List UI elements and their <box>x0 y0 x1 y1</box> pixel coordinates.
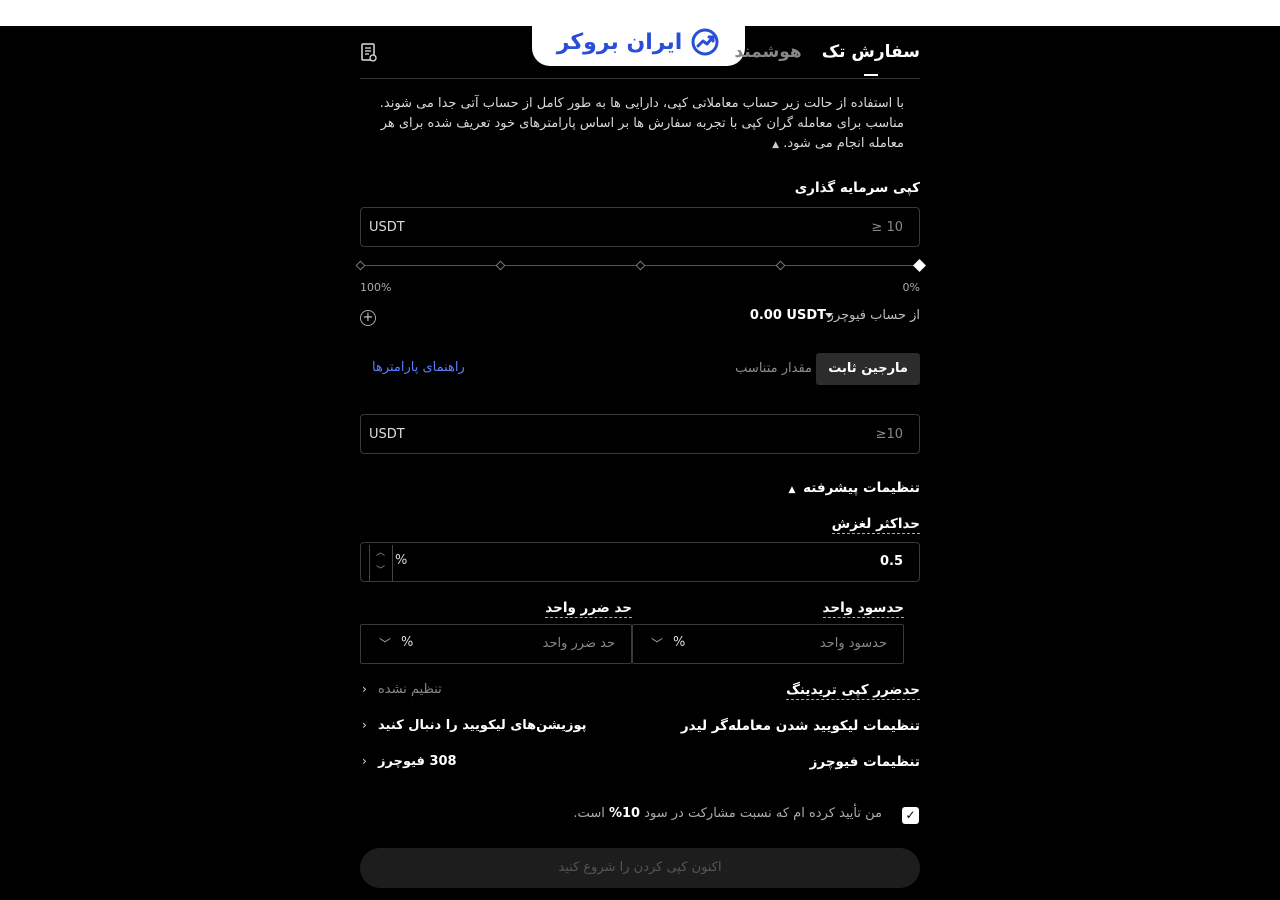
fixed-margin-button[interactable]: مارجین ثابت <box>816 353 920 385</box>
proportional-amount-button[interactable]: مقدار متناسب <box>723 353 824 385</box>
collapse-triangle-icon: ▲ <box>788 485 796 495</box>
chevron-left-icon: ‹ <box>362 718 367 732</box>
slider-max-label: 100% <box>360 281 392 294</box>
investment-placeholder: ≥ 10 <box>871 219 903 235</box>
parameters-guide-link[interactable]: راهنمای پارامترها <box>372 360 465 375</box>
stop-loss-label: حد ضرر واحد <box>545 600 632 618</box>
stop-loss-unit: % <box>401 635 414 650</box>
slider-step[interactable] <box>355 260 366 271</box>
chevron-up-icon[interactable]: ︿ <box>376 545 385 558</box>
slider-min-label: 0% <box>902 281 920 294</box>
slider-handle[interactable] <box>913 259 926 272</box>
chevron-down-icon[interactable]: ﹀ <box>376 563 385 576</box>
document-icon[interactable] <box>360 43 378 63</box>
investment-input[interactable]: ≥ 10 USDT <box>360 207 920 247</box>
take-profit-placeholder: حدسود واحد <box>819 636 887 651</box>
futures-settings-value: 308 فیوچرز <box>378 754 457 769</box>
tabs-divider <box>360 78 920 79</box>
slider-step[interactable] <box>495 260 506 271</box>
copy-stop-loss-row[interactable]: حدضرر کپی تریدینگ تنظیم نشده ‹ <box>360 682 920 702</box>
balance-label: از حساب فیوچرز <box>827 308 920 323</box>
margin-mode-row: مارجین ثابت مقدار متناسب راهنمای پارامتر… <box>360 353 920 385</box>
take-profit-input[interactable]: حدسود واحد % ﹀ <box>632 624 904 664</box>
copy-stop-loss-key: حدضرر کپی تریدینگ <box>786 682 920 700</box>
balance-row: از حساب فیوچرز 0.00 USDT <box>360 308 920 326</box>
max-slippage-input[interactable]: 0.5 % ︿ ﹀ <box>360 542 920 582</box>
tab-single-order[interactable]: سفارش تک <box>822 42 920 62</box>
collapse-triangle-icon[interactable]: ▲ <box>772 140 779 150</box>
agreement-text: من تأیید کرده ام که نسبت مشارکت در سود 1… <box>573 806 882 821</box>
leader-liquidation-value: پوزیشن‌های لیکویید را دنبال کنید <box>378 718 587 733</box>
margin-unit: USDT <box>369 426 405 442</box>
leader-liquidation-row[interactable]: تنظیمات لیکویید شدن معامله‌گر لیدر پوزیش… <box>360 718 920 738</box>
agreement-checkbox[interactable]: ✓ <box>902 807 919 824</box>
order-tabs: سفارش تک هوشمند <box>734 42 920 62</box>
stop-loss-input[interactable]: حد ضرر واحد % ﹀ <box>360 624 632 664</box>
copy-trade-panel: سفارش تک هوشمند با استفاده از حالت زیر ح… <box>355 26 926 900</box>
stop-loss-placeholder: حد ضرر واحد <box>542 636 615 651</box>
take-profit-unit: % <box>673 635 686 650</box>
slider-step[interactable] <box>775 260 786 271</box>
slider-step[interactable] <box>635 260 646 271</box>
slippage-unit: % <box>395 553 408 568</box>
advanced-settings-toggle[interactable]: تنظیمات پیشرفته ▲ <box>788 480 920 496</box>
tab-smart[interactable]: هوشمند <box>734 42 801 62</box>
profit-share-agreement: ✓ من تأیید کرده ام که نسبت مشارکت در سود… <box>360 804 920 826</box>
chevron-left-icon: ‹ <box>362 682 367 696</box>
futures-settings-key: تنظیمات فیوچرز <box>809 754 920 770</box>
chevron-down-icon[interactable]: ﹀ <box>651 635 663 652</box>
investment-slider[interactable] <box>355 258 926 274</box>
take-profit-label: حدسود واحد <box>822 600 904 618</box>
copy-stop-loss-value: تنظیم نشده <box>378 682 442 697</box>
investment-unit: USDT <box>369 219 405 235</box>
plus-circle-icon[interactable]: + <box>360 310 376 326</box>
futures-settings-row[interactable]: تنظیمات فیوچرز 308 فیوچرز ‹ <box>360 754 920 774</box>
slippage-stepper[interactable]: ︿ ﹀ <box>369 545 393 581</box>
mode-description: با استفاده از حالت زیر حساب معاملاتی کپی… <box>379 96 904 151</box>
balance-value: 0.00 USDT <box>749 308 826 323</box>
copy-investment-label: کپی سرمایه گذاری <box>794 180 920 196</box>
margin-amount-input[interactable]: ≥10 USDT <box>360 414 920 454</box>
max-slippage-label: حداکثر لغزش <box>831 516 920 534</box>
leader-liquidation-key: تنظیمات لیکویید شدن معامله‌گر لیدر <box>680 718 920 734</box>
chevron-down-icon[interactable]: ﹀ <box>379 635 391 652</box>
chevron-left-icon: ‹ <box>362 754 367 768</box>
start-copy-button[interactable]: اکنون کپی کردن را شروع کنید <box>360 848 920 888</box>
margin-placeholder: ≥10 <box>875 426 903 442</box>
caret-down-icon[interactable] <box>825 313 833 318</box>
slippage-value: 0.5 <box>879 554 903 569</box>
